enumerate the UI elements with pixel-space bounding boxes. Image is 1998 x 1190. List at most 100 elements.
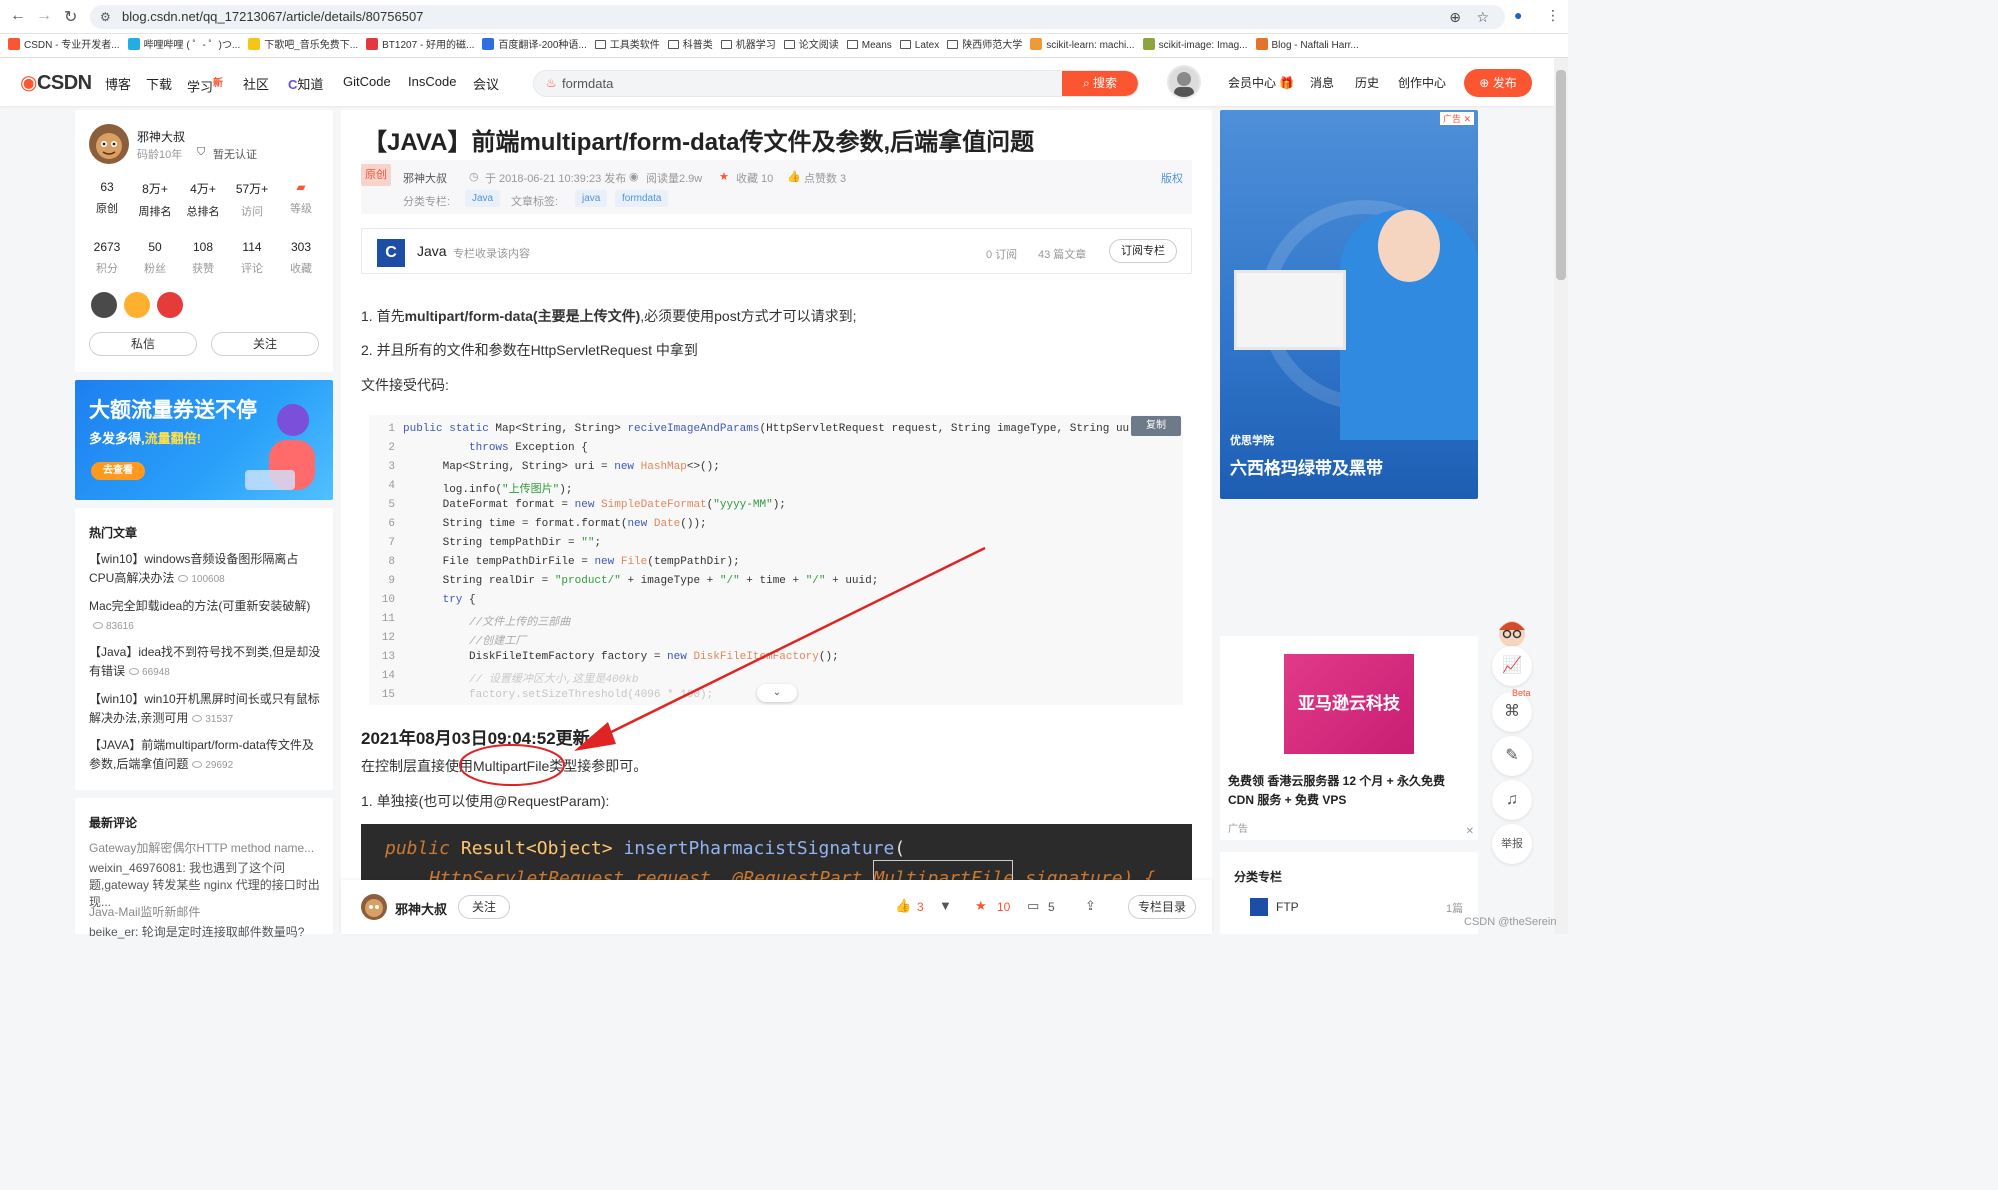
nav-blog[interactable]: 博客 (105, 74, 131, 93)
author-avatar[interactable] (361, 894, 387, 920)
forward-icon[interactable]: → (36, 7, 52, 25)
bookmark-star-icon[interactable]: ☆ (1476, 5, 1489, 29)
code-block[interactable]: 1 public static Map<String, String> reciv… (369, 415, 1183, 705)
favicon-icon (482, 38, 495, 50)
bookmark-item[interactable]: Blog - Naftali Harr... (1255, 34, 1359, 57)
author-avatar[interactable] (89, 124, 129, 164)
bookmark-item[interactable]: 下歌吧_音乐免费下... (248, 34, 359, 57)
nav-download[interactable]: 下载 (146, 74, 172, 93)
column-toc-button[interactable]: 专栏目录 (1128, 895, 1196, 919)
bookmark-item[interactable]: 机器学习 (720, 34, 776, 57)
right-ad-banner[interactable]: 广告 ✕ 优思学院 六西格玛绿带及黑带 (1220, 110, 1478, 499)
cloud-ad[interactable]: 亚马逊云科技 免费领 香港云服务器 12 个月 + 永久免费 CDN 服务 + … (1220, 636, 1478, 840)
share-icon[interactable]: ⇪ (1085, 898, 1096, 914)
thumbs-down-icon[interactable]: ▼ (939, 898, 952, 913)
bookmark-item[interactable]: Means (846, 34, 892, 57)
nav-zhidao[interactable]: C知道 (288, 74, 323, 93)
nav-inscode[interactable]: InsCode (408, 74, 456, 89)
meta-favs[interactable]: 收藏 10 (736, 170, 773, 186)
bookmark-item[interactable]: 论文阅读 (783, 34, 839, 57)
comment-article-link[interactable]: Gateway加解密偶尔HTTP method name... (89, 840, 323, 857)
report-button[interactable]: 举报 (1492, 824, 1532, 864)
reload-icon[interactable]: ↻ (64, 7, 77, 27)
edit-icon[interactable]: ✎ (1492, 736, 1532, 776)
meta-author[interactable]: 邪神大叔 (403, 170, 447, 186)
bookmark-item[interactable]: 科普类 (667, 34, 713, 57)
bookmark-item[interactable]: Latex (899, 34, 939, 57)
chart-icon[interactable]: 📈 (1492, 646, 1532, 686)
update-paragraph: 在控制层直接使用MultipartFile类型接参即可。 (361, 758, 648, 774)
profile-icon[interactable]: ● (1514, 7, 1522, 23)
search-button[interactable]: ⌕ 搜索 (1062, 71, 1138, 96)
bookmark-item[interactable]: 工具类软件 (594, 34, 660, 57)
promo-cta-button[interactable]: 去查看 (91, 462, 145, 480)
csdn-logo[interactable]: ◉CSDN (20, 70, 92, 95)
private-message-button[interactable]: 私信 (89, 332, 197, 356)
site-info-icon[interactable]: ⚙ (100, 5, 111, 29)
back-icon[interactable]: ← (10, 7, 26, 25)
bookmark-item[interactable]: 百度翻译-200种语... (482, 34, 587, 57)
column-tag[interactable]: Java (465, 190, 501, 207)
hot-article-item[interactable]: Mac完全卸载idea的方法(可重新安装破解)83616 (89, 597, 323, 636)
thumbs-up-icon[interactable]: 👍 (895, 898, 911, 914)
close-icon[interactable]: ✕ (1466, 826, 1474, 837)
bookmark-item[interactable]: 陕西师范大学 (947, 34, 1022, 57)
bookmark-item[interactable]: scikit-image: Imag... (1142, 34, 1248, 57)
user-avatar[interactable] (1167, 65, 1201, 99)
subscribe-column-button[interactable]: 订阅专栏 (1109, 239, 1177, 263)
bookmark-label: Blog - Naftali Harr... (1271, 40, 1359, 51)
menu-icon[interactable]: ⋮ (1546, 7, 1560, 24)
badge-icon[interactable] (124, 292, 150, 318)
search-input[interactable] (562, 71, 1062, 96)
expand-code-button[interactable]: ⌄ (757, 684, 797, 702)
stat-week-rank[interactable]: 8万+ 周排名 (130, 180, 180, 219)
bookmark-item[interactable]: CSDN - 专业开发者... (8, 34, 120, 57)
column-name[interactable]: Java (417, 243, 447, 259)
nav-gitcode[interactable]: GitCode (343, 74, 391, 89)
bookmark-item[interactable]: 哔哩哔哩 ( ゜- ゜)つ... (127, 34, 240, 57)
stat-favorites: 303 收藏 (290, 240, 312, 275)
author-name[interactable]: 邪神大叔 (137, 128, 185, 145)
badge-icon[interactable] (157, 292, 183, 318)
tag-java[interactable]: java (575, 190, 608, 207)
meta-likes[interactable]: 点赞数 3 (804, 170, 846, 186)
nav-vip[interactable]: 会员中心 🎁 (1228, 74, 1294, 91)
badge-icon[interactable] (91, 292, 117, 318)
headset-icon[interactable]: ♫ (1492, 780, 1532, 820)
comment-icon[interactable]: ▭ (1027, 898, 1039, 914)
nav-community[interactable]: 社区 (243, 74, 269, 93)
star-icon[interactable]: ★ (975, 898, 987, 914)
author-name[interactable]: 邪神大叔 (395, 899, 447, 918)
ai-assistant-icon[interactable]: ⌘ (1492, 692, 1532, 732)
bookmark-item[interactable]: scikit-learn: machi... (1030, 34, 1135, 57)
stat-total-rank[interactable]: 4万+ 总排名 (178, 180, 228, 219)
hot-article-item[interactable]: 【win10】windows音频设备图形隔离占CPU高解决办法 100608 (89, 550, 323, 589)
follow-button[interactable]: 关注 (211, 332, 319, 356)
copy-code-button[interactable]: 复制 (1131, 416, 1181, 436)
scrollbar-thumb[interactable] (1556, 70, 1566, 280)
address-bar[interactable]: ⚙ blog.csdn.net/qq_17213067/article/deta… (90, 5, 1505, 29)
hot-article-item[interactable]: 【JAVA】前端multipart/form-data传文件及参数,后端拿值问题… (89, 736, 323, 775)
hot-article-item[interactable]: 【Java】idea找不到符号找不到类,但是却没有错误 66948 (89, 643, 323, 682)
ad-text[interactable]: 免费领 香港云服务器 12 个月 + 永久免费 CDN 服务 + 免费 VPS (1228, 772, 1474, 810)
paragraph-3: 文件接受代码: (361, 377, 449, 393)
zoom-icon[interactable]: ⊕ (1449, 5, 1461, 29)
comment-text[interactable]: beike_er: 轮询是定时连接取邮件数量吗? (89, 924, 323, 941)
stat-original[interactable]: 63 原创 (82, 180, 132, 216)
bookmark-item[interactable]: BT1207 - 好用的磁... (366, 34, 474, 57)
nav-learn[interactable]: 学习新 (187, 74, 223, 95)
hot-article-item[interactable]: 【win10】win10开机黑屏时间长或只有鼠标解决办法,亲测可用 31537 (89, 690, 323, 729)
nav-history[interactable]: 历史 (1355, 74, 1379, 91)
bookmark-label: 下歌吧_音乐免费下... (264, 40, 359, 51)
comment-article-link[interactable]: Java-Mail监听新邮件 (89, 904, 323, 921)
nav-messages[interactable]: 消息 (1310, 74, 1334, 91)
publish-button[interactable]: ⊕ 发布 (1464, 69, 1532, 97)
nav-meeting[interactable]: 会议 (473, 74, 499, 93)
stat-level[interactable]: ▰ 等级 (276, 180, 326, 216)
tag-formdata[interactable]: formdata (615, 190, 669, 207)
follow-button[interactable]: 关注 (458, 895, 510, 919)
copyright-link[interactable]: 版权 (1161, 170, 1183, 186)
nav-creator[interactable]: 创作中心 (1398, 74, 1446, 91)
promo-banner[interactable]: 大额流量券送不停 多发多得,流量翻倍! 去查看 (75, 380, 333, 500)
category-name[interactable]: FTP (1276, 900, 1299, 914)
